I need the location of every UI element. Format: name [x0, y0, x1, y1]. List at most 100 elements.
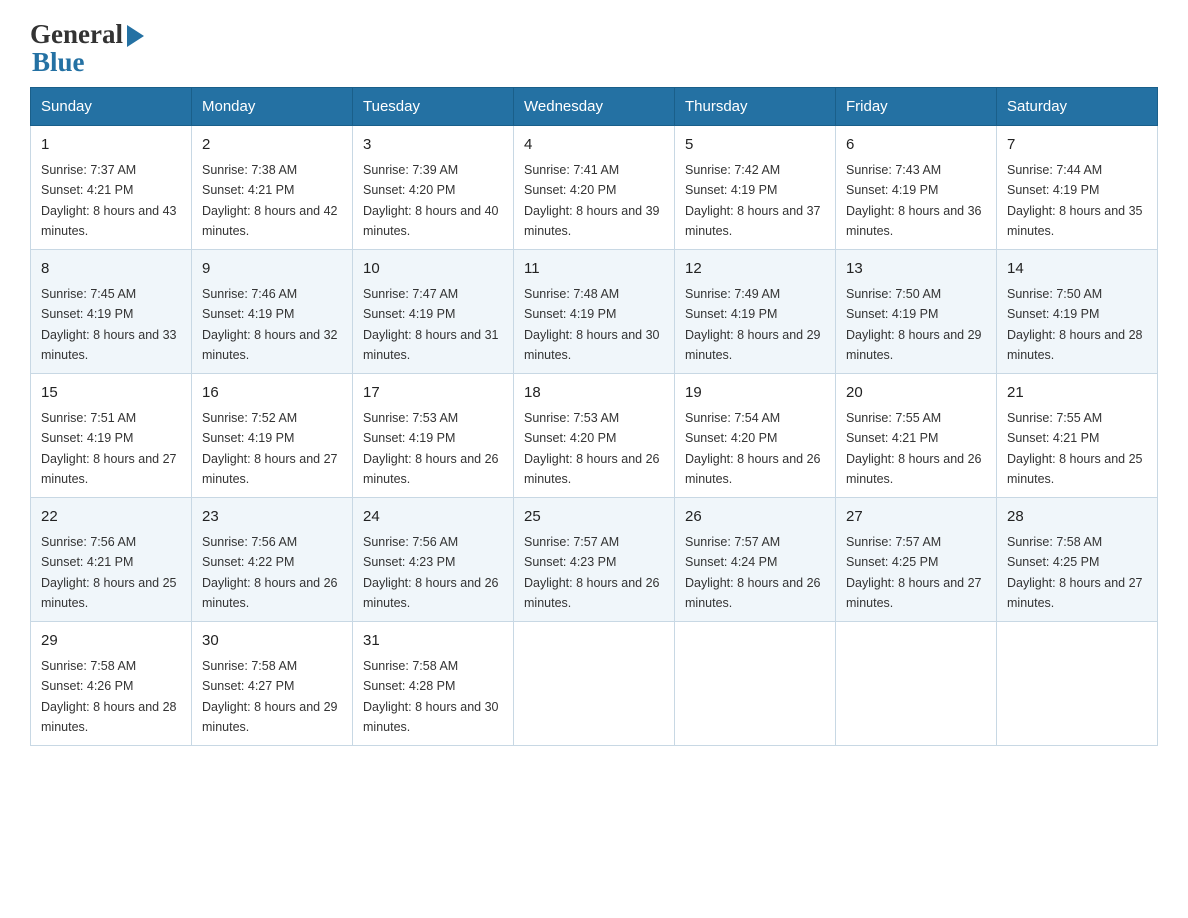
calendar-cell: 19 Sunrise: 7:54 AMSunset: 4:20 PMDayligh… [675, 374, 836, 498]
calendar-cell: 7Sunrise: 7:44 AMSunset: 4:19 PMDaylight… [997, 126, 1158, 250]
day-info: Sunrise: 7:55 AMSunset: 4:21 PMDaylight:… [846, 411, 982, 486]
day-info: Sunrise: 7:57 AMSunset: 4:25 PMDaylight:… [846, 535, 982, 610]
day-info: Sunrise: 7:54 AMSunset: 4:20 PMDaylight:… [685, 411, 821, 486]
day-info: Sunrise: 7:51 AMSunset: 4:19 PMDaylight:… [41, 411, 177, 486]
day-number: 1 [41, 134, 181, 157]
day-info: Sunrise: 7:47 AMSunset: 4:19 PMDaylight:… [363, 287, 499, 362]
day-number: 4 [524, 134, 664, 157]
day-number: 14 [1007, 258, 1147, 281]
calendar-week-row: 29 Sunrise: 7:58 AMSunset: 4:26 PMDayligh… [31, 622, 1158, 746]
calendar-cell: 31 Sunrise: 7:58 AMSunset: 4:28 PMDayligh… [353, 622, 514, 746]
day-number: 8 [41, 258, 181, 281]
calendar-cell: 12 Sunrise: 7:49 AMSunset: 4:19 PMDayligh… [675, 250, 836, 374]
calendar-cell: 20 Sunrise: 7:55 AMSunset: 4:21 PMDayligh… [836, 374, 997, 498]
calendar-cell: 25 Sunrise: 7:57 AMSunset: 4:23 PMDayligh… [514, 498, 675, 622]
day-number: 29 [41, 630, 181, 653]
day-number: 26 [685, 506, 825, 529]
day-info: Sunrise: 7:58 AMSunset: 4:27 PMDaylight:… [202, 659, 338, 734]
day-number: 31 [363, 630, 503, 653]
calendar-cell: 15 Sunrise: 7:51 AMSunset: 4:19 PMDayligh… [31, 374, 192, 498]
calendar-week-row: 22Sunrise: 7:56 AMSunset: 4:21 PMDayligh… [31, 498, 1158, 622]
calendar-cell [836, 622, 997, 746]
day-number: 28 [1007, 506, 1147, 529]
calendar-cell: 16 Sunrise: 7:52 AMSunset: 4:19 PMDayligh… [192, 374, 353, 498]
day-number: 7 [1007, 134, 1147, 157]
calendar-cell: 28 Sunrise: 7:58 AMSunset: 4:25 PMDayligh… [997, 498, 1158, 622]
day-info: Sunrise: 7:58 AMSunset: 4:26 PMDaylight:… [41, 659, 177, 734]
day-header-monday: Monday [192, 88, 353, 126]
calendar-cell: 3 Sunrise: 7:39 AMSunset: 4:20 PMDaylight… [353, 126, 514, 250]
calendar-cell: 6Sunrise: 7:43 AMSunset: 4:19 PMDaylight… [836, 126, 997, 250]
day-info: Sunrise: 7:38 AMSunset: 4:21 PMDaylight:… [202, 163, 338, 238]
day-number: 17 [363, 382, 503, 405]
day-number: 6 [846, 134, 986, 157]
day-number: 27 [846, 506, 986, 529]
calendar-cell [675, 622, 836, 746]
day-number: 11 [524, 258, 664, 281]
day-info: Sunrise: 7:50 AMSunset: 4:19 PMDaylight:… [846, 287, 982, 362]
day-info: Sunrise: 7:56 AMSunset: 4:22 PMDaylight:… [202, 535, 338, 610]
day-number: 16 [202, 382, 342, 405]
day-header-saturday: Saturday [997, 88, 1158, 126]
calendar-cell: 22Sunrise: 7:56 AMSunset: 4:21 PMDayligh… [31, 498, 192, 622]
calendar-cell: 21Sunrise: 7:55 AMSunset: 4:21 PMDayligh… [997, 374, 1158, 498]
calendar-week-row: 15 Sunrise: 7:51 AMSunset: 4:19 PMDayligh… [31, 374, 1158, 498]
calendar-cell: 27 Sunrise: 7:57 AMSunset: 4:25 PMDayligh… [836, 498, 997, 622]
calendar-cell: 29 Sunrise: 7:58 AMSunset: 4:26 PMDayligh… [31, 622, 192, 746]
day-number: 12 [685, 258, 825, 281]
calendar-week-row: 8Sunrise: 7:45 AMSunset: 4:19 PMDaylight… [31, 250, 1158, 374]
day-info: Sunrise: 7:58 AMSunset: 4:28 PMDaylight:… [363, 659, 499, 734]
day-info: Sunrise: 7:55 AMSunset: 4:21 PMDaylight:… [1007, 411, 1143, 486]
day-number: 10 [363, 258, 503, 281]
logo-blue-text: Blue [32, 47, 85, 77]
day-info: Sunrise: 7:42 AMSunset: 4:19 PMDaylight:… [685, 163, 821, 238]
day-header-thursday: Thursday [675, 88, 836, 126]
day-number: 25 [524, 506, 664, 529]
day-info: Sunrise: 7:58 AMSunset: 4:25 PMDaylight:… [1007, 535, 1143, 610]
day-number: 9 [202, 258, 342, 281]
calendar-cell: 9Sunrise: 7:46 AMSunset: 4:19 PMDaylight… [192, 250, 353, 374]
calendar-cell [514, 622, 675, 746]
calendar-cell [997, 622, 1158, 746]
day-info: Sunrise: 7:41 AMSunset: 4:20 PMDaylight:… [524, 163, 660, 238]
calendar-cell: 30 Sunrise: 7:58 AMSunset: 4:27 PMDayligh… [192, 622, 353, 746]
logo-triangle-icon [127, 25, 144, 47]
day-number: 30 [202, 630, 342, 653]
calendar-week-row: 1 Sunrise: 7:37 AMSunset: 4:21 PMDaylight… [31, 126, 1158, 250]
day-info: Sunrise: 7:57 AMSunset: 4:24 PMDaylight:… [685, 535, 821, 610]
day-number: 22 [41, 506, 181, 529]
day-info: Sunrise: 7:37 AMSunset: 4:21 PMDaylight:… [41, 163, 177, 238]
calendar-cell: 4 Sunrise: 7:41 AMSunset: 4:20 PMDaylight… [514, 126, 675, 250]
day-number: 23 [202, 506, 342, 529]
calendar-cell: 14 Sunrise: 7:50 AMSunset: 4:19 PMDayligh… [997, 250, 1158, 374]
logo-general-text: General [30, 20, 123, 50]
day-info: Sunrise: 7:39 AMSunset: 4:20 PMDaylight:… [363, 163, 499, 238]
day-info: Sunrise: 7:57 AMSunset: 4:23 PMDaylight:… [524, 535, 660, 610]
calendar-cell: 1 Sunrise: 7:37 AMSunset: 4:21 PMDaylight… [31, 126, 192, 250]
day-info: Sunrise: 7:53 AMSunset: 4:20 PMDaylight:… [524, 411, 660, 486]
page-header: General Blue [30, 20, 1158, 77]
calendar-cell: 11Sunrise: 7:48 AMSunset: 4:19 PMDayligh… [514, 250, 675, 374]
logo: General Blue [30, 20, 148, 77]
calendar-cell: 17 Sunrise: 7:53 AMSunset: 4:19 PMDayligh… [353, 374, 514, 498]
day-number: 2 [202, 134, 342, 157]
day-number: 3 [363, 134, 503, 157]
day-number: 19 [685, 382, 825, 405]
calendar-table: SundayMondayTuesdayWednesdayThursdayFrid… [30, 87, 1158, 746]
calendar-cell: 10 Sunrise: 7:47 AMSunset: 4:19 PMDayligh… [353, 250, 514, 374]
calendar-cell: 8Sunrise: 7:45 AMSunset: 4:19 PMDaylight… [31, 250, 192, 374]
calendar-cell: 5Sunrise: 7:42 AMSunset: 4:19 PMDaylight… [675, 126, 836, 250]
day-number: 20 [846, 382, 986, 405]
day-info: Sunrise: 7:53 AMSunset: 4:19 PMDaylight:… [363, 411, 499, 486]
day-header-wednesday: Wednesday [514, 88, 675, 126]
day-info: Sunrise: 7:50 AMSunset: 4:19 PMDaylight:… [1007, 287, 1143, 362]
calendar-cell: 2 Sunrise: 7:38 AMSunset: 4:21 PMDaylight… [192, 126, 353, 250]
day-info: Sunrise: 7:52 AMSunset: 4:19 PMDaylight:… [202, 411, 338, 486]
day-number: 15 [41, 382, 181, 405]
calendar-cell: 24Sunrise: 7:56 AMSunset: 4:23 PMDayligh… [353, 498, 514, 622]
calendar-header-row: SundayMondayTuesdayWednesdayThursdayFrid… [31, 88, 1158, 126]
day-header-friday: Friday [836, 88, 997, 126]
day-header-tuesday: Tuesday [353, 88, 514, 126]
day-number: 18 [524, 382, 664, 405]
day-info: Sunrise: 7:49 AMSunset: 4:19 PMDaylight:… [685, 287, 821, 362]
